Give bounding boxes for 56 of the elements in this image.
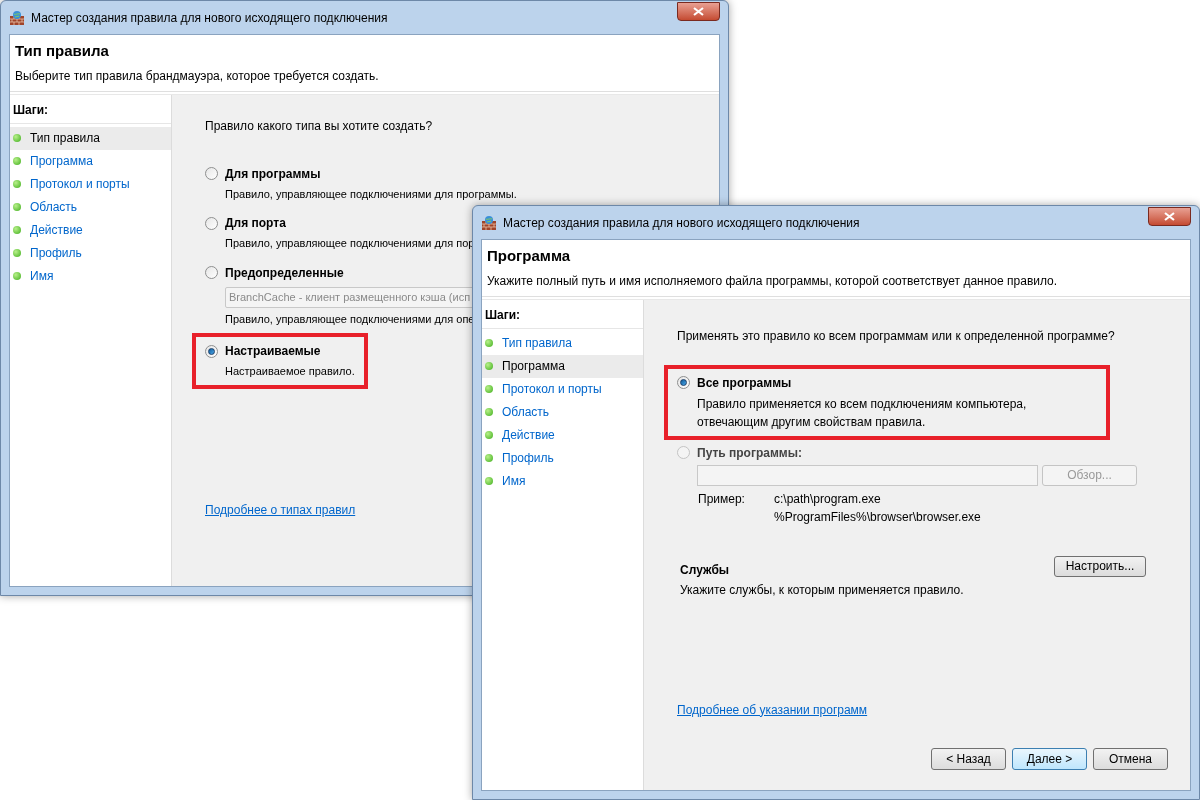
steps-heading: Шаги:: [10, 96, 171, 124]
radio-button[interactable]: [205, 167, 218, 180]
radio-button[interactable]: [677, 376, 690, 389]
page-subtitle: Выберите тип правила брандмауэра, которое требуется создать.: [15, 67, 380, 85]
help-link[interactable]: Подробнее об указании программ: [677, 700, 868, 719]
example-path: c:\path\program.exe: [774, 490, 882, 508]
step-item[interactable]: Область: [10, 195, 171, 219]
option-description: Правило применяется ко всем подключениям компьютера, отвечающим другим свойствам правила.: [697, 395, 1028, 431]
services-title: Службы: [680, 561, 731, 579]
wizard-button[interactable]: < Назад: [931, 748, 1006, 770]
step-item[interactable]: Протокол и порты: [482, 377, 643, 401]
step-item[interactable]: Тип правила: [10, 126, 171, 150]
example-label: Пример:: [698, 490, 746, 508]
radio-button[interactable]: [205, 344, 218, 358]
firewall-icon: [9, 9, 25, 26]
wizard-button[interactable]: Отмена: [1093, 748, 1168, 770]
close-icon: [693, 7, 704, 16]
step-item[interactable]: Действие: [10, 218, 171, 242]
option-description: Настраиваемое правило.: [225, 364, 355, 379]
page-title: Тип правила: [15, 41, 110, 61]
firewall-icon: [481, 214, 497, 231]
step-item[interactable]: Программа: [482, 354, 643, 378]
example-path: %ProgramFiles%\browser\browser.exe: [774, 508, 981, 526]
step-item[interactable]: Протокол и порты: [10, 172, 171, 196]
help-link[interactable]: Подробнее о типах правил: [205, 500, 356, 519]
services-description: Укажите службы, к которым применяется правило.: [680, 581, 964, 599]
step-item[interactable]: Профиль: [10, 241, 171, 265]
option-description: Правило, управляющее подключениями для программы.: [225, 186, 517, 202]
steps-heading: Шаги:: [482, 301, 643, 329]
option-label: Для программы: [225, 165, 321, 183]
option-label: Настраиваемые: [225, 343, 321, 360]
close-button[interactable]: [677, 2, 720, 21]
step-item[interactable]: Действие: [482, 423, 643, 447]
page-subtitle: Укажите полный путь и имя исполняемого файла программы, которой соответствует данное правило.: [487, 272, 1059, 290]
wizard-button[interactable]: Далее >: [1012, 748, 1087, 770]
option-label: Все программы: [697, 374, 792, 392]
customize-button[interactable]: Настроить...: [1054, 555, 1146, 577]
page-title: Программа: [487, 246, 572, 266]
question-text: Правило какого типа вы хотите создать?: [205, 117, 434, 135]
radio-button[interactable]: [205, 216, 218, 230]
step-item[interactable]: Имя: [482, 469, 643, 493]
step-item[interactable]: Программа: [10, 149, 171, 173]
close-button[interactable]: [1148, 207, 1191, 226]
window-title: Мастер создания правила для нового исходящего подключения: [503, 214, 860, 232]
radio-button[interactable]: [205, 266, 218, 279]
window-title: Мастер создания правила для нового исходящего подключения: [31, 9, 388, 27]
question-text: Применять это правило ко всем программам или к определенной программе?: [677, 327, 1116, 345]
close-icon: [1164, 212, 1175, 221]
step-item[interactable]: Область: [482, 400, 643, 424]
step-item[interactable]: Тип правила: [482, 331, 643, 355]
step-item[interactable]: Имя: [10, 264, 171, 288]
option-label: Путь программы:: [697, 444, 802, 462]
path-field[interactable]: [697, 464, 1038, 486]
option-label: Для порта: [225, 215, 286, 232]
step-item[interactable]: Профиль: [482, 446, 643, 470]
option-label: Предопределенные: [225, 264, 344, 282]
